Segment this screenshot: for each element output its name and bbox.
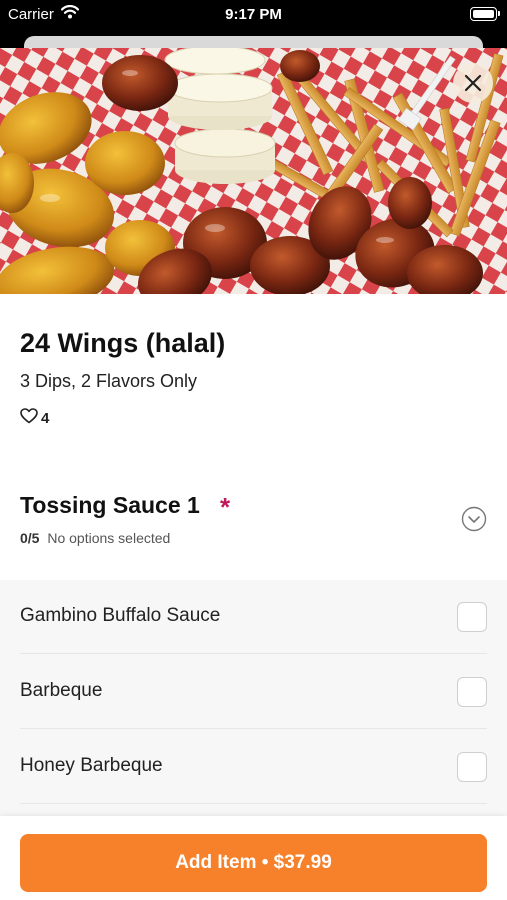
close-button[interactable] (453, 63, 493, 103)
item-sheet: 24 Wings (halal) 3 Dips, 2 Flavors Only … (0, 48, 507, 900)
selection-status-text: No options selected (47, 530, 171, 546)
add-item-button[interactable]: Add Item • $37.99 (20, 834, 487, 892)
likes[interactable]: 4 (20, 408, 49, 428)
clock: 9:17 PM (225, 6, 282, 23)
option-label: Honey Barbeque (20, 755, 163, 776)
heart-icon (20, 408, 38, 428)
footer-bar: Add Item • $37.99 (0, 816, 507, 900)
option-list: Gambino Buffalo Sauce Barbeque Honey Bar… (0, 580, 507, 820)
divider (20, 653, 487, 654)
item-title: 24 Wings (halal) (20, 328, 226, 358)
option-row[interactable]: Gambino Buffalo Sauce (0, 580, 507, 654)
like-count: 4 (41, 409, 50, 427)
option-checkbox[interactable] (457, 752, 487, 782)
item-photo (0, 48, 507, 294)
required-marker: * (220, 492, 231, 522)
option-group-header[interactable]: Tossing Sauce 1 * 0/5 No options selecte… (0, 478, 507, 578)
option-label: Barbeque (20, 680, 103, 701)
chevron-down-icon (461, 506, 487, 536)
divider (20, 728, 487, 729)
status-bar: Carrier 9:17 PM (0, 0, 507, 30)
option-row[interactable]: Honey Barbeque (0, 730, 507, 804)
option-row[interactable]: Barbeque (0, 655, 507, 729)
selection-status: 0/5 No options selected (20, 530, 170, 546)
option-label: Gambino Buffalo Sauce (20, 605, 221, 626)
item-subtitle: 3 Dips, 2 Flavors Only (20, 371, 198, 391)
collapse-toggle[interactable] (461, 506, 487, 532)
selection-count: 0/5 (20, 530, 40, 546)
close-icon (464, 74, 482, 92)
divider (20, 803, 487, 804)
option-group-title: Tossing Sauce 1 (20, 492, 200, 518)
battery-icon (470, 7, 500, 21)
option-checkbox[interactable] (457, 602, 487, 632)
option-checkbox[interactable] (457, 677, 487, 707)
